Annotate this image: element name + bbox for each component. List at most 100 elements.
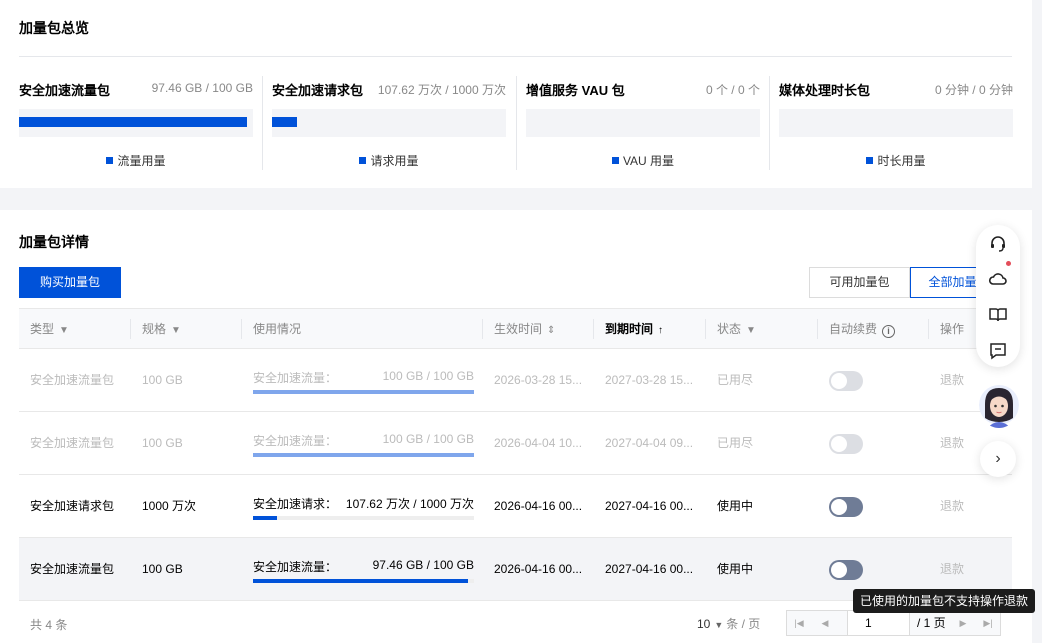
column-status: 状态 ▼ <box>706 309 818 349</box>
autorenew-toggle[interactable] <box>829 560 863 580</box>
divider <box>262 76 263 170</box>
next-page-icon[interactable]: ▶ <box>951 611 975 635</box>
column-autorenew: 自动续费 i <box>818 309 929 349</box>
column-end-time[interactable]: 到期时间 ↑ <box>594 309 706 349</box>
cell-start-time: 2026-04-04 10... <box>494 436 583 450</box>
usage-label: 安全加速流量： <box>253 371 338 385</box>
cell-end-time: 2027-04-16 00... <box>605 562 694 576</box>
cell-status: 使用中 <box>717 499 754 513</box>
package-requests: 安全加速请求包 107.62 万次 / 1000 万次 请求用量 <box>272 76 506 176</box>
book-icon[interactable] <box>988 305 1008 325</box>
legend-swatch <box>359 157 367 164</box>
filter-available-button[interactable]: 可用加量包 <box>809 267 910 298</box>
package-amount: 107.62 万次 / 1000 万次 <box>377 83 506 97</box>
refund-link[interactable]: 退款 <box>940 412 964 475</box>
usage-label: 安全加速请求： <box>253 497 338 511</box>
package-usage-bar <box>272 109 506 137</box>
chevron-right-icon[interactable]: › <box>980 441 1016 477</box>
legend-label: 请求用量 <box>370 154 419 168</box>
filter-icon[interactable]: ▼ <box>746 311 756 351</box>
package-table: 类型 ▼ 规格 ▼ 使用情况 生效时间 ⇕ 到期时间 ↑ 状态 ▼ 自动续费 i 操作 <box>19 308 1012 601</box>
first-page-icon[interactable]: |◀ <box>787 611 811 635</box>
toggle-knob <box>831 562 847 578</box>
cell-type: 安全加速流量包 <box>30 373 115 387</box>
buy-package-button[interactable]: 购买加量包 <box>19 267 121 298</box>
column-label: 规格 <box>142 322 167 336</box>
divider <box>516 76 517 170</box>
table-row: 安全加速流量包 100 GB 安全加速流量： 100 GB / 100 GB 2… <box>19 349 1012 412</box>
usage-value: 100 GB / 100 GB <box>382 432 474 446</box>
package-usage-bar <box>19 109 253 137</box>
table-row: 安全加速请求包 1000 万次 安全加速请求： 107.62 万次 / 1000… <box>19 475 1012 538</box>
package-vau: 增值服务 VAU 包 0 个 / 0 个 VAU 用量 <box>526 76 760 176</box>
cell-end-time: 2027-03-28 15... <box>605 373 694 387</box>
column-usage: 使用情况 <box>242 309 483 349</box>
legend-label: 流量用量 <box>117 154 166 168</box>
column-type: 类型 ▼ <box>19 309 131 349</box>
assistant-avatar[interactable] <box>979 382 1019 428</box>
last-page-icon[interactable]: ▶| <box>976 611 1000 635</box>
toggle-knob <box>831 373 847 389</box>
package-amount: 97.46 GB / 100 GB <box>151 81 253 95</box>
divider <box>19 56 1012 57</box>
page-number-input[interactable] <box>847 610 910 636</box>
cell-usage: 安全加速流量： 100 GB / 100 GB <box>253 430 474 460</box>
column-label: 自动续费 <box>829 322 878 336</box>
refund-link[interactable]: 退款 <box>940 349 964 412</box>
usage-bar-fill <box>253 579 469 583</box>
chevron-down-icon: ▼ <box>714 620 724 630</box>
cell-start-time: 2026-03-28 15... <box>494 373 583 387</box>
cell-type: 安全加速请求包 <box>30 499 115 513</box>
cell-spec: 100 GB <box>142 436 183 450</box>
cell-spec: 100 GB <box>142 373 183 387</box>
filter-icon[interactable]: ▼ <box>59 311 69 351</box>
column-label: 状态 <box>717 322 742 336</box>
usage-bar-fill <box>253 453 474 457</box>
package-usage-fill <box>19 117 248 127</box>
autorenew-toggle[interactable] <box>829 371 863 391</box>
autorenew-toggle[interactable] <box>829 497 863 517</box>
package-usage-bar <box>526 109 760 137</box>
sort-icon[interactable]: ⇕ <box>547 311 555 351</box>
column-label: 类型 <box>30 322 55 336</box>
cell-end-time: 2027-04-16 00... <box>605 499 694 513</box>
autorenew-toggle[interactable] <box>829 434 863 454</box>
package-name: 增值服务 VAU 包 <box>526 83 625 98</box>
cloud-icon[interactable] <box>988 269 1008 289</box>
legend-swatch <box>611 157 619 164</box>
notification-dot <box>1006 261 1011 266</box>
cell-end-time: 2027-04-04 09... <box>605 436 694 450</box>
usage-value: 97.46 GB / 100 GB <box>372 558 474 572</box>
legend-swatch <box>866 157 874 164</box>
usage-label: 安全加速流量： <box>253 560 338 574</box>
package-legend: 请求用量 <box>272 152 506 169</box>
usage-bar <box>253 516 474 520</box>
cell-status: 使用中 <box>717 562 754 576</box>
cell-usage: 安全加速流量： 100 GB / 100 GB <box>253 367 474 397</box>
refund-tooltip: 已使用的加量包不支持操作退款 <box>853 589 1036 613</box>
info-icon[interactable]: i <box>882 325 896 338</box>
refund-link[interactable]: 退款 <box>940 475 964 538</box>
usage-label: 安全加速流量： <box>253 434 338 448</box>
package-traffic: 安全加速流量包 97.46 GB / 100 GB 流量用量 <box>19 76 253 176</box>
column-label: 到期时间 <box>605 322 654 336</box>
table-header: 类型 ▼ 规格 ▼ 使用情况 生效时间 ⇕ 到期时间 ↑ 状态 ▼ 自动续费 i 操作 <box>19 308 1012 349</box>
page-size-select[interactable]: 10 ▼ 条 / 页 <box>697 615 760 632</box>
headset-icon[interactable] <box>988 234 1008 254</box>
cell-type: 安全加速流量包 <box>30 436 115 450</box>
usage-bar <box>253 579 474 583</box>
overview-title: 加量包总览 <box>19 20 89 36</box>
prev-page-icon[interactable]: ◀ <box>813 611 837 635</box>
page-total: / 1 页 <box>917 616 946 630</box>
usage-value: 100 GB / 100 GB <box>382 369 474 383</box>
feedback-icon[interactable] <box>988 341 1008 361</box>
sort-ascending-icon[interactable]: ↑ <box>658 311 663 351</box>
usage-value: 107.62 万次 / 1000 万次 <box>345 497 474 511</box>
package-media: 媒体处理时长包 0 分钟 / 0 分钟 时长用量 <box>779 76 1013 176</box>
column-start-time[interactable]: 生效时间 ⇕ <box>483 309 594 349</box>
cell-status: 已用尽 <box>717 436 754 450</box>
filter-icon[interactable]: ▼ <box>171 311 181 351</box>
cell-usage: 安全加速流量： 97.46 GB / 100 GB <box>253 556 474 586</box>
total-count: 共 4 条 <box>30 618 68 632</box>
column-label: 生效时间 <box>494 322 543 336</box>
